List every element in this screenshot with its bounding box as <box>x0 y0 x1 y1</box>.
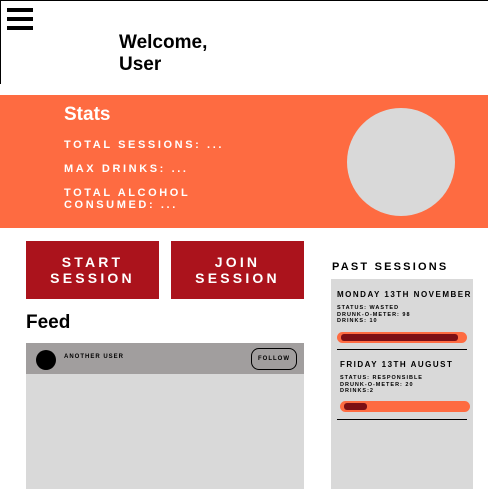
start-session-label-line1: START <box>61 254 124 270</box>
hamburger-menu-icon[interactable] <box>7 8 33 30</box>
session-date: MONDAY 13TH NOVEMBER <box>337 290 472 299</box>
feed-user-name[interactable]: ANOTHER USER <box>64 354 124 360</box>
session-status: STATUS: RESPONSIBLE <box>340 375 423 381</box>
drunk-o-meter-fill <box>341 334 458 341</box>
session-details: STATUS: RESPONSIBLE DRUNK-O-METER: 20 DR… <box>340 375 423 395</box>
profile-avatar[interactable] <box>347 108 455 216</box>
stat-max-drinks: MAX DRINKS: ... <box>64 163 189 175</box>
feed-title: Feed <box>26 312 71 333</box>
start-session-label-line2: SESSION <box>50 270 135 286</box>
stat-total-alcohol-line1: TOTAL ALCOHOL <box>64 187 191 199</box>
stat-total-sessions: TOTAL SESSIONS: ... <box>64 139 225 151</box>
session-details: STATUS: WASTED DRUNK-O-METER: 98 DRINKS:… <box>337 305 411 325</box>
session-drinks: DRINKS:2 <box>340 388 374 394</box>
welcome-heading: Welcome, User <box>119 32 229 76</box>
drunk-o-meter-bar <box>337 332 467 343</box>
session-drinks: DRINKS: 10 <box>337 318 378 324</box>
past-sessions-title: PAST SESSIONS <box>332 261 449 273</box>
drunk-o-meter-bar <box>340 401 470 412</box>
header-frame <box>0 0 488 84</box>
session-divider <box>337 419 467 420</box>
start-session-button[interactable]: START SESSION <box>26 241 159 299</box>
past-sessions-panel: MONDAY 13TH NOVEMBER STATUS: WASTED DRUN… <box>331 279 473 489</box>
session-divider <box>337 349 467 350</box>
stat-total-alcohol: TOTAL ALCOHOL CONSUMED: ... <box>64 187 264 211</box>
welcome-line1: Welcome, <box>119 32 208 53</box>
feed-card-header: ANOTHER USER FOLLOW <box>26 343 304 374</box>
join-session-label-line2: SESSION <box>195 270 280 286</box>
join-session-button[interactable]: JOIN SESSION <box>171 241 304 299</box>
stat-total-alcohol-line2: CONSUMED: ... <box>64 199 178 211</box>
follow-button[interactable]: FOLLOW <box>251 348 297 370</box>
past-session-item[interactable]: MONDAY 13TH NOVEMBER STATUS: WASTED DRUN… <box>331 279 473 351</box>
session-date: FRIDAY 13TH AUGUST <box>340 360 454 369</box>
feed-card: ANOTHER USER FOLLOW <box>26 343 304 489</box>
stats-title: Stats <box>64 104 111 125</box>
join-session-label-line1: JOIN <box>214 254 261 270</box>
past-session-item[interactable]: FRIDAY 13TH AUGUST STATUS: RESPONSIBLE D… <box>331 351 473 423</box>
feed-user-avatar[interactable] <box>36 350 56 370</box>
drunk-o-meter-fill <box>344 403 367 410</box>
stats-banner: Stats TOTAL SESSIONS: ... MAX DRINKS: ..… <box>0 95 488 228</box>
welcome-username: User <box>119 54 162 75</box>
